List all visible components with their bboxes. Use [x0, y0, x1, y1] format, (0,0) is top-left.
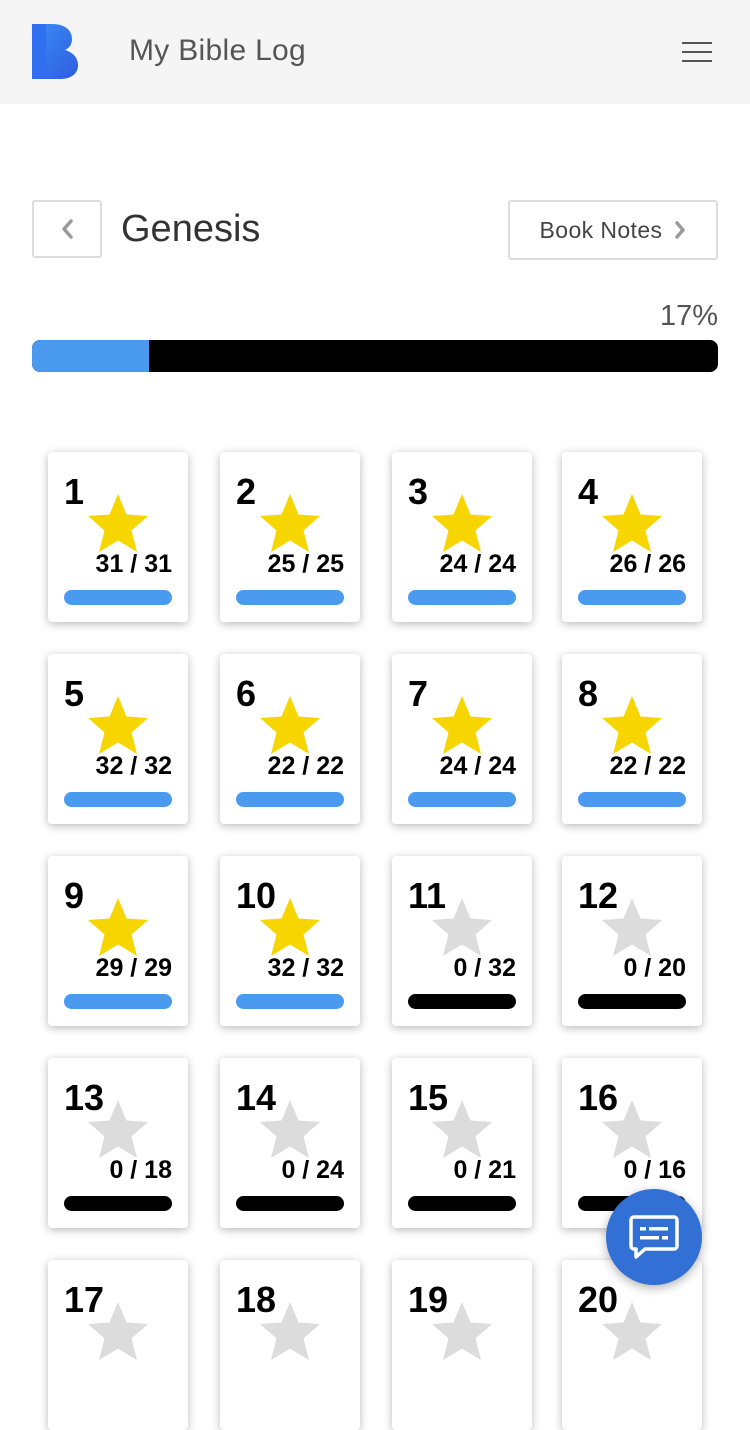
- chapter-number: 18: [236, 1279, 277, 1320]
- chapter-progress-bar: [236, 792, 344, 807]
- page-title: Genesis: [121, 208, 261, 250]
- verse-count: 0 / 18: [109, 1156, 172, 1184]
- progress-percent: 17%: [659, 300, 718, 332]
- hamburger-menu-icon[interactable]: [680, 38, 714, 66]
- verse-count: 0 / 24: [281, 1156, 344, 1184]
- verse-count: 0 / 32: [453, 954, 516, 982]
- star-icon: [260, 696, 320, 754]
- verse-count: 25 / 25: [267, 550, 344, 578]
- chapter-number: 14: [236, 1077, 277, 1118]
- app-header: My Bible Log: [0, 0, 750, 104]
- verse-count: 0 / 21: [453, 1156, 516, 1184]
- chapter-progress-bar: [64, 590, 172, 605]
- chapter-number: 6: [236, 673, 257, 714]
- star-icon: [602, 696, 662, 754]
- chapter-progress-bar: [408, 1196, 516, 1211]
- chevron-left-icon: [62, 219, 73, 239]
- chapter-number: 11: [408, 875, 447, 916]
- verse-count: 31 / 31: [95, 550, 172, 578]
- verse-count: 29 / 29: [95, 954, 172, 982]
- star-icon: [88, 696, 148, 754]
- chapter-progress-bar: [578, 994, 686, 1009]
- chapter-card[interactable]: 10 32 / 32: [220, 856, 360, 1026]
- chapter-progress-bar: [408, 590, 516, 605]
- chapter-card[interactable]: 2 25 / 25: [220, 452, 360, 622]
- chat-message-icon: [629, 1215, 679, 1259]
- verse-count: 32 / 32: [95, 752, 172, 780]
- chapter-card[interactable]: 19: [392, 1260, 532, 1430]
- verse-count: 0 / 20: [623, 954, 686, 982]
- chapter-card[interactable]: 20: [562, 1260, 702, 1430]
- progress-bar-fill: [32, 340, 149, 372]
- chapter-card[interactable]: 8 22 / 22: [562, 654, 702, 824]
- chapter-number: 4: [578, 471, 599, 512]
- chapter-number: 7: [408, 673, 429, 714]
- chapter-number: 2: [236, 471, 257, 512]
- chapter-card[interactable]: 3 24 / 24: [392, 452, 532, 622]
- chapter-number: 9: [64, 875, 85, 916]
- verse-count: 32 / 32: [267, 954, 344, 982]
- chapter-progress-bar: [236, 1196, 344, 1211]
- verse-count: 22 / 22: [609, 752, 686, 780]
- chapter-number: 12: [578, 875, 619, 916]
- chapter-card[interactable]: 18: [220, 1260, 360, 1430]
- chapter-progress-bar: [408, 994, 516, 1009]
- chapter-progress-bar: [578, 792, 686, 807]
- chapter-number: 1: [64, 471, 85, 512]
- chapter-progress-bar: [64, 1196, 172, 1211]
- star-icon: [260, 494, 320, 552]
- chapter-card[interactable]: 15 0 / 21: [392, 1058, 532, 1228]
- chapter-number: 15: [408, 1077, 449, 1118]
- star-icon: [432, 696, 492, 754]
- chapter-progress-bar: [64, 792, 172, 807]
- chapter-number: 17: [64, 1279, 105, 1320]
- chapter-progress-bar: [236, 994, 344, 1009]
- chapter-progress-bar: [578, 590, 686, 605]
- chapter-card[interactable]: 13 0 / 18: [48, 1058, 188, 1228]
- chapter-number: 5: [64, 673, 85, 714]
- verse-count: 24 / 24: [439, 550, 516, 578]
- star-icon: [432, 494, 492, 552]
- chat-button[interactable]: [606, 1189, 702, 1285]
- star-icon: [602, 494, 662, 552]
- verse-count: 22 / 22: [267, 752, 344, 780]
- verse-count: 26 / 26: [609, 550, 686, 578]
- verse-count: 0 / 16: [623, 1156, 686, 1184]
- chapter-number: 13: [64, 1077, 105, 1118]
- chapter-number: 8: [578, 673, 599, 714]
- chapter-card[interactable]: 9 29 / 29: [48, 856, 188, 1026]
- star-icon: [88, 494, 148, 552]
- chapter-number: 3: [408, 471, 429, 512]
- chapter-card[interactable]: 12 0 / 20: [562, 856, 702, 1026]
- book-notes-label: Book Notes: [539, 216, 663, 243]
- chapter-card[interactable]: 6 22 / 22: [220, 654, 360, 824]
- book-notes-button[interactable]: Book Notes: [508, 200, 718, 260]
- chapter-card[interactable]: 11 0 / 32: [392, 856, 532, 1026]
- back-button[interactable]: [32, 200, 102, 258]
- chapter-card[interactable]: 17: [48, 1260, 188, 1430]
- chapter-number: 20: [578, 1279, 619, 1320]
- chapter-card[interactable]: 5 32 / 32: [48, 654, 188, 824]
- chapter-card[interactable]: 7 24 / 24: [392, 654, 532, 824]
- chapter-number: 19: [408, 1279, 449, 1320]
- chapter-progress-bar: [408, 792, 516, 807]
- chapter-progress-bar: [64, 994, 172, 1009]
- chapter-card[interactable]: 4 26 / 26: [562, 452, 702, 622]
- bible-log-logo-icon[interactable]: [32, 24, 78, 79]
- chapter-number: 16: [578, 1077, 619, 1118]
- app-title: My Bible Log: [129, 34, 307, 67]
- chapter-card[interactable]: 1 31 / 31: [48, 452, 188, 622]
- chevron-right-icon: [675, 221, 686, 239]
- verse-count: 24 / 24: [439, 752, 516, 780]
- chapter-number: 10: [236, 875, 277, 916]
- star-icon: [88, 898, 148, 956]
- chapter-card[interactable]: 14 0 / 24: [220, 1058, 360, 1228]
- chapter-progress-bar: [236, 590, 344, 605]
- progress-bar: [32, 340, 718, 372]
